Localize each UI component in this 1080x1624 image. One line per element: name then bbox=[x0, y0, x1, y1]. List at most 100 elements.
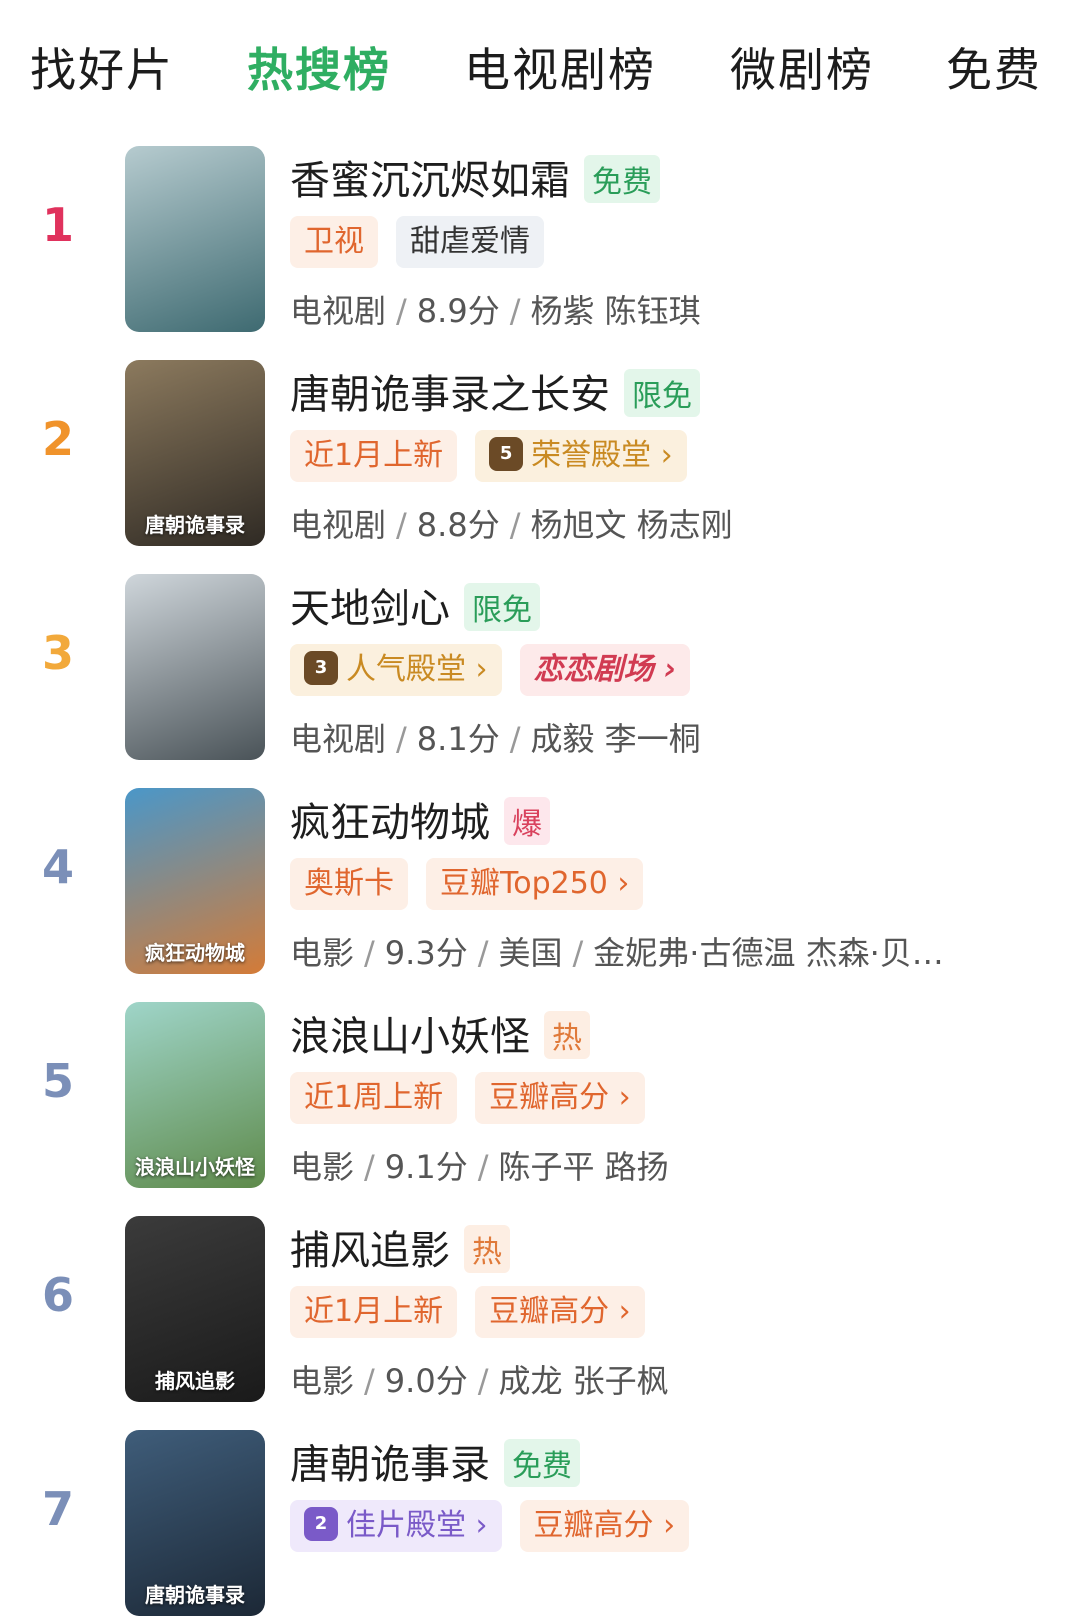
list-item[interactable]: 2 唐朝诡事录 唐朝诡事录之长安 限免近1月上新 5 荣誉殿堂 › 电视剧/8.8分 / 杨旭文… bbox=[0, 354, 1080, 554]
meta-separator: / bbox=[509, 292, 521, 330]
meta-separator: / bbox=[396, 506, 407, 544]
item-meta: 电影/9.0分 / 成龙 张子枫 bbox=[290, 1356, 669, 1402]
tag-row: 近1周上新 豆瓣高分 › bbox=[290, 1072, 663, 1128]
poster-image[interactable] bbox=[125, 574, 265, 760]
meta-field: 9.1分 bbox=[384, 1148, 468, 1186]
meta-field: 金妮弗·古德温 杰森·贝… bbox=[593, 934, 944, 972]
item-title-text: 捕风追影 bbox=[290, 1228, 450, 1274]
tag-label: 近1周上新 bbox=[304, 1080, 444, 1115]
list-item[interactable]: 6 捕风追影 捕风追影热近1月上新 豆瓣高分 › 电影/9.0分 / 成龙 张子枫 bbox=[0, 1210, 1080, 1410]
tag-chip: 近1月上新 bbox=[290, 430, 458, 482]
rank-number: 1 bbox=[41, 198, 74, 252]
item-meta: 电视剧/8.8分 / 杨旭文 杨志刚 bbox=[290, 500, 733, 546]
tag-chip: 卫视 bbox=[290, 216, 378, 268]
rank-number: 4 bbox=[41, 840, 74, 894]
meta-separator: / bbox=[396, 292, 407, 330]
item-meta: 电影/9.1分 / 陈子平 路扬 bbox=[290, 1142, 669, 1188]
tab-hot-search[interactable]: 热搜榜 bbox=[247, 34, 391, 100]
tab-tv-series[interactable]: 电视剧榜 bbox=[464, 34, 656, 100]
meta-field: 电影 bbox=[290, 934, 355, 972]
tab-find-good-films[interactable]: 找好片 bbox=[30, 34, 174, 100]
item-title[interactable]: 唐朝诡事录 免费 bbox=[290, 1432, 580, 1491]
list-item[interactable]: 3 天地剑心 限免 3 人气殿堂 › 恋恋剧场 › 电视剧/8.1分 / 成毅 李一桐 bbox=[0, 568, 1080, 768]
rank-number: 2 bbox=[41, 412, 74, 466]
tag-label: 豆瓣高分 › bbox=[533, 1508, 676, 1543]
meta-field: 8.1分 bbox=[416, 720, 500, 758]
meta-separator: / bbox=[396, 720, 407, 758]
poster-image[interactable] bbox=[125, 146, 265, 332]
tag-label: 豆瓣高分 › bbox=[489, 1294, 631, 1329]
meta-field: 9.0分 bbox=[384, 1362, 468, 1400]
tag-label: 奥斯卡 bbox=[304, 866, 394, 901]
list-item[interactable]: 7 唐朝诡事录 唐朝诡事录 免费 2 佳片殿堂 › 豆瓣高分 › bbox=[0, 1424, 1080, 1624]
meta-field: 电影 bbox=[290, 1362, 355, 1400]
list-item[interactable]: 4 疯狂动物城 疯狂动物城爆奥斯卡 豆瓣Top250 › 电影/9.3分 / 美国 / 金妮弗·… bbox=[0, 782, 1080, 982]
tag-chip[interactable]: 2 佳片殿堂 › bbox=[290, 1500, 502, 1552]
tag-chip[interactable]: 豆瓣高分 › bbox=[519, 1500, 690, 1552]
tag-row: 近1月上新 豆瓣高分 › bbox=[290, 1286, 663, 1342]
rank-number: 5 bbox=[41, 1054, 74, 1108]
tag-label: 佳片殿堂 › bbox=[346, 1508, 488, 1543]
tag-row: 近1月上新 5 荣誉殿堂 › bbox=[290, 430, 705, 486]
meta-separator: / bbox=[364, 934, 375, 972]
item-title[interactable]: 捕风追影热 bbox=[290, 1218, 510, 1277]
item-title-text: 疯狂动物城 bbox=[290, 800, 490, 846]
meta-field: 电视剧 bbox=[290, 506, 387, 544]
meta-separator: / bbox=[509, 506, 521, 544]
list-item[interactable]: 5 浪浪山小妖怪 浪浪山小妖怪热近1周上新 豆瓣高分 › 电影/9.1分 / 陈子平 路扬 bbox=[0, 996, 1080, 1196]
meta-separator: / bbox=[477, 1362, 489, 1400]
tag-chip: 近1月上新 bbox=[290, 1286, 458, 1338]
meta-field: 陈子平 路扬 bbox=[498, 1148, 669, 1186]
tab-free[interactable]: 免费 bbox=[946, 34, 1042, 100]
item-meta: 电影/9.3分 / 美国 / 金妮弗·古德温 杰森·贝… bbox=[290, 928, 944, 974]
item-title-text: 浪浪山小妖怪 bbox=[290, 1014, 530, 1060]
tag-label: 卫视 bbox=[304, 224, 364, 259]
meta-field: 电视剧 bbox=[290, 720, 387, 758]
item-title[interactable]: 天地剑心 限免 bbox=[290, 576, 540, 635]
tag-row: 2 佳片殿堂 › 豆瓣高分 › bbox=[290, 1500, 707, 1556]
poster-title-text: 捕风追影 bbox=[155, 1369, 235, 1393]
poster-title-text: 浪浪山小妖怪 bbox=[135, 1155, 255, 1179]
title-badge: 爆 bbox=[504, 797, 550, 845]
poster-image[interactable]: 疯狂动物城 bbox=[125, 788, 265, 974]
tag-chip[interactable]: 豆瓣Top250 › bbox=[426, 858, 644, 910]
meta-separator: / bbox=[572, 934, 584, 972]
tag-chip[interactable]: 豆瓣高分 › bbox=[475, 1286, 645, 1338]
poster-image[interactable]: 唐朝诡事录 bbox=[125, 1430, 265, 1616]
poster-image[interactable]: 浪浪山小妖怪 bbox=[125, 1002, 265, 1188]
tag-label: 恋恋剧场 › bbox=[533, 652, 677, 687]
meta-field: 电视剧 bbox=[290, 292, 387, 330]
tag-chip[interactable]: 3 人气殿堂 › bbox=[290, 644, 502, 696]
poster-title-text: 疯狂动物城 bbox=[145, 941, 245, 965]
item-title[interactable]: 唐朝诡事录之长安 限免 bbox=[290, 362, 700, 421]
tag-label: 豆瓣高分 › bbox=[489, 1080, 631, 1115]
item-title[interactable]: 香蜜沉沉烬如霜 免费 bbox=[290, 148, 660, 207]
title-badge: 免费 bbox=[504, 1439, 580, 1487]
title-badge: 限免 bbox=[464, 583, 540, 631]
meta-field: 美国 bbox=[498, 934, 563, 972]
poster-image[interactable]: 唐朝诡事录 bbox=[125, 360, 265, 546]
meta-field: 杨旭文 杨志刚 bbox=[530, 506, 733, 544]
tag-chip[interactable]: 5 荣誉殿堂 › bbox=[475, 430, 687, 482]
hall-badge-icon: 2 bbox=[304, 1506, 338, 1541]
rank-number: 7 bbox=[41, 1482, 74, 1536]
item-title-text: 唐朝诡事录 bbox=[290, 1442, 490, 1488]
meta-field: 成毅 李一桐 bbox=[530, 720, 701, 758]
tag-label: 近1月上新 bbox=[304, 1294, 444, 1329]
tag-chip[interactable]: 豆瓣高分 › bbox=[475, 1072, 645, 1124]
item-meta: 电视剧/8.9分 / 杨紫 陈钰琪 bbox=[290, 286, 701, 332]
list-item[interactable]: 1 香蜜沉沉烬如霜 免费 卫视 甜虐爱情 电视剧/8.9分 / 杨紫 陈钰琪 bbox=[0, 140, 1080, 340]
tag-chip[interactable]: 恋恋剧场 › bbox=[519, 644, 691, 696]
rank-number: 3 bbox=[41, 626, 74, 680]
meta-separator: / bbox=[477, 934, 489, 972]
rank-number: 6 bbox=[41, 1268, 74, 1322]
tab-micro-drama[interactable]: 微剧榜 bbox=[730, 34, 874, 100]
poster-title-text: 唐朝诡事录 bbox=[145, 1583, 245, 1607]
tag-chip: 近1周上新 bbox=[290, 1072, 458, 1124]
meta-field: 成龙 张子枫 bbox=[498, 1362, 669, 1400]
meta-field: 杨紫 陈钰琪 bbox=[530, 292, 701, 330]
poster-image[interactable]: 捕风追影 bbox=[125, 1216, 265, 1402]
tag-row: 奥斯卡 豆瓣Top250 › bbox=[290, 858, 661, 914]
item-title[interactable]: 浪浪山小妖怪热 bbox=[290, 1004, 590, 1063]
item-title[interactable]: 疯狂动物城爆 bbox=[290, 790, 550, 849]
